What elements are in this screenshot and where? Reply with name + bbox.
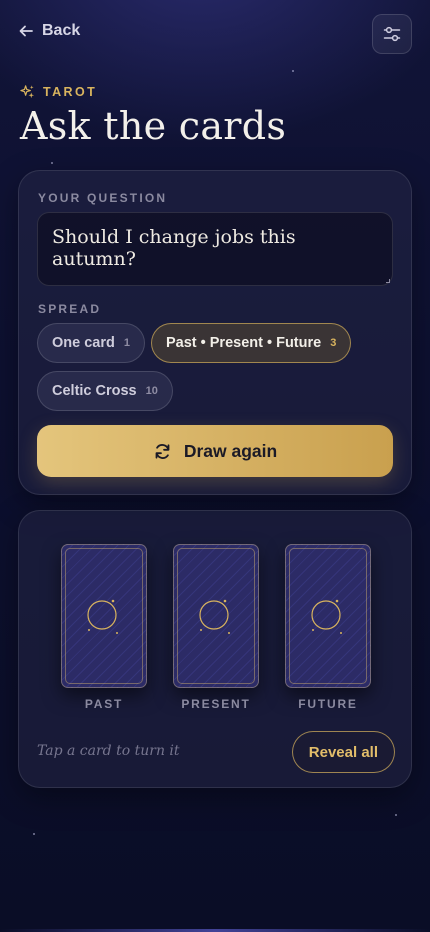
draw-again-button[interactable]: Draw again bbox=[37, 425, 393, 477]
tarot-card-present[interactable] bbox=[173, 544, 259, 688]
card-position-label: PAST bbox=[84, 697, 124, 711]
eyebrow-label: TAROT bbox=[43, 84, 98, 99]
star bbox=[33, 833, 35, 835]
back-label: Back bbox=[42, 22, 81, 39]
sun-emblem-icon bbox=[87, 599, 118, 634]
question-text: Should I change jobs this autumn? bbox=[52, 226, 296, 270]
top-bar: Back bbox=[0, 14, 430, 54]
question-input[interactable]: Should I change jobs this autumn? bbox=[37, 212, 393, 286]
chip-count: 10 bbox=[145, 385, 158, 397]
sliders-icon bbox=[383, 26, 401, 42]
tarot-card-past[interactable] bbox=[61, 544, 147, 688]
reveal-all-button[interactable]: Reveal all bbox=[291, 731, 395, 773]
tap-hint: Tap a card to turn it bbox=[37, 743, 180, 759]
chip-count: 3 bbox=[330, 337, 337, 349]
card-position-label: PRESENT bbox=[181, 697, 251, 711]
chip-label: One card bbox=[52, 335, 115, 351]
chip-label: Celtic Cross bbox=[52, 383, 137, 399]
star bbox=[292, 70, 294, 72]
chip-count: 1 bbox=[123, 337, 130, 349]
spread-option-past-present-future[interactable]: Past • Present • Future 3 bbox=[151, 323, 352, 363]
spread-option-celtic-cross[interactable]: Celtic Cross 10 bbox=[37, 371, 173, 411]
section-eyebrow: TAROT bbox=[20, 84, 97, 99]
card-position-label: FUTURE bbox=[298, 697, 358, 711]
settings-button[interactable] bbox=[372, 14, 412, 54]
sun-emblem-icon bbox=[199, 599, 230, 634]
refresh-icon bbox=[155, 443, 170, 459]
back-button[interactable]: Back bbox=[18, 22, 80, 40]
spread-option-one-card[interactable]: One card 1 bbox=[37, 323, 145, 363]
star bbox=[51, 162, 53, 164]
chip-label: Past • Present • Future bbox=[166, 335, 322, 351]
draw-label: Draw again bbox=[183, 440, 278, 461]
spread-label: SPREAD bbox=[38, 302, 102, 316]
resize-handle[interactable] bbox=[386, 279, 390, 283]
question-panel: YOUR QUESTION Should I change jobs this … bbox=[18, 170, 412, 495]
reading-panel: PAST PRESENT FUTURE Tap a card to turn i… bbox=[18, 510, 412, 788]
sparkles-icon bbox=[20, 85, 35, 99]
tarot-card-future[interactable] bbox=[285, 544, 371, 688]
page-title: Ask the cards bbox=[20, 104, 287, 148]
sun-emblem-icon bbox=[311, 599, 342, 634]
star bbox=[395, 814, 397, 816]
arrow-left-icon bbox=[19, 25, 33, 37]
question-label: YOUR QUESTION bbox=[38, 191, 168, 205]
